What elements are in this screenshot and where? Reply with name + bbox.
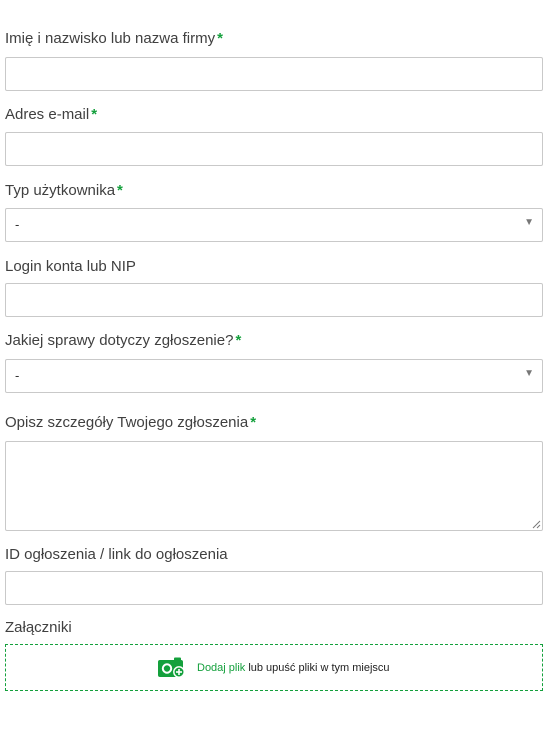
topic-selected-value: - bbox=[15, 368, 20, 383]
resize-grip-icon[interactable] bbox=[532, 520, 541, 529]
add-file-camera-icon bbox=[158, 657, 185, 678]
login-label: Login konta lub NIP bbox=[5, 258, 136, 276]
user-type-label-text: Typ użytkownika bbox=[5, 182, 116, 199]
add-file-link[interactable]: Dodaj plik bbox=[197, 662, 245, 674]
name-input[interactable] bbox=[5, 57, 543, 91]
topic-label-text: Jakiej sprawy dotyczy zgłoszenie? bbox=[5, 332, 234, 349]
attachments-dropzone[interactable]: Dodaj plik lub upuść pliki w tym miejscu bbox=[5, 644, 543, 691]
required-asterisk: * bbox=[250, 414, 257, 431]
name-label-text: Imię i nazwisko lub nazwa firmy bbox=[5, 30, 216, 47]
ad-id-label: ID ogłoszenia / link do ogłoszenia bbox=[5, 546, 228, 564]
required-asterisk: * bbox=[117, 182, 123, 199]
login-input[interactable] bbox=[5, 283, 543, 317]
user-type-selected-value: - bbox=[15, 217, 20, 232]
ad-id-label-text: ID ogłoszenia / link do ogłoszenia bbox=[5, 546, 228, 563]
required-asterisk: * bbox=[235, 332, 242, 349]
dropzone-content: Dodaj plik lub upuść pliki w tym miejscu bbox=[158, 656, 390, 680]
email-label: Adres e-mail * bbox=[5, 106, 97, 124]
user-type-select[interactable]: - ▼ bbox=[5, 208, 543, 242]
attachments-label: Załączniki bbox=[5, 619, 72, 637]
email-label-text: Adres e-mail bbox=[5, 106, 90, 123]
dropdown-caret-icon: ▼ bbox=[524, 368, 534, 379]
name-label: Imię i nazwisko lub nazwa firmy * bbox=[5, 30, 223, 48]
details-textarea[interactable] bbox=[5, 441, 543, 531]
required-asterisk: * bbox=[91, 106, 98, 123]
details-label: Opisz szczegóły Twojego zgłoszenia * bbox=[5, 414, 256, 432]
details-label-text: Opisz szczegóły Twojego zgłoszenia bbox=[5, 414, 249, 431]
required-asterisk: * bbox=[217, 30, 223, 47]
ad-id-input[interactable] bbox=[5, 571, 543, 605]
contact-form: Imię i nazwisko lub nazwa firmy * Adres e… bbox=[0, 0, 544, 733]
topic-select[interactable]: - ▼ bbox=[5, 359, 543, 393]
topic-label: Jakiej sprawy dotyczy zgłoszenie? * bbox=[5, 332, 241, 350]
attachments-label-text: Załączniki bbox=[5, 619, 72, 636]
dropdown-caret-icon: ▼ bbox=[524, 217, 534, 228]
drop-files-hint: lub upuść pliki w tym miejscu bbox=[248, 662, 390, 674]
user-type-label: Typ użytkownika * bbox=[5, 182, 123, 200]
login-label-text: Login konta lub NIP bbox=[5, 258, 136, 275]
email-input[interactable] bbox=[5, 132, 543, 166]
